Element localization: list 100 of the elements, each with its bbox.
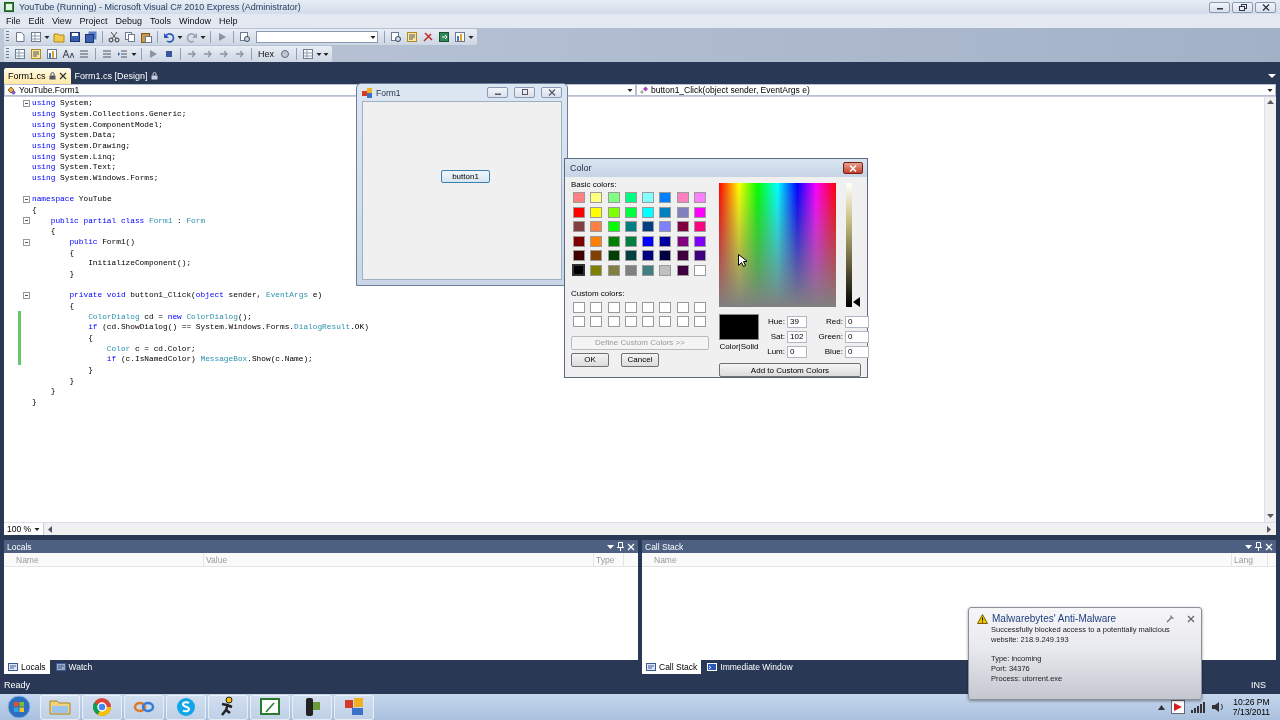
color-swatch[interactable] bbox=[572, 263, 585, 276]
list-icon[interactable] bbox=[101, 47, 113, 60]
document-tab[interactable]: Form1.cs bbox=[4, 68, 71, 84]
number-field[interactable]: 102 bbox=[787, 330, 807, 343]
add-to-custom-colors-button[interactable]: Add to Custom Colors bbox=[719, 363, 861, 377]
custom-color-slot[interactable] bbox=[676, 301, 689, 313]
document-icon[interactable] bbox=[14, 30, 26, 43]
play-icon[interactable] bbox=[147, 47, 159, 60]
color-swatch[interactable] bbox=[607, 221, 620, 233]
color-swatch[interactable] bbox=[659, 221, 672, 233]
scrollbar[interactable] bbox=[1264, 97, 1276, 522]
color-spectrum[interactable] bbox=[719, 183, 836, 307]
color-swatch[interactable] bbox=[659, 250, 672, 262]
custom-color-slot[interactable] bbox=[590, 315, 603, 327]
pin-icon[interactable] bbox=[1255, 542, 1262, 551]
custom-color-slot[interactable] bbox=[573, 301, 585, 313]
collapse-icon[interactable] bbox=[23, 291, 30, 299]
color-swatch[interactable] bbox=[573, 192, 585, 203]
grid-icon[interactable] bbox=[14, 47, 26, 60]
scroll-up-icon[interactable] bbox=[1267, 100, 1274, 105]
start-button[interactable] bbox=[4, 694, 34, 720]
scroll-down-icon[interactable] bbox=[1267, 514, 1274, 519]
grid-icon[interactable] bbox=[30, 30, 42, 43]
color-swatch[interactable] bbox=[642, 235, 655, 247]
color-swatch[interactable] bbox=[624, 250, 637, 262]
custom-color-slot[interactable] bbox=[659, 301, 672, 313]
chart-icon[interactable] bbox=[46, 47, 58, 60]
custom-color-slot[interactable] bbox=[659, 315, 672, 327]
collapse-icon[interactable] bbox=[23, 195, 30, 203]
custom-color-slot[interactable] bbox=[607, 301, 620, 313]
color-swatch[interactable] bbox=[590, 192, 603, 203]
wrench-icon[interactable] bbox=[1166, 614, 1175, 623]
number-field[interactable]: 39 bbox=[787, 315, 807, 328]
close-icon[interactable] bbox=[1187, 614, 1195, 623]
minimize-button[interactable] bbox=[487, 87, 508, 98]
menu-item[interactable]: File bbox=[2, 14, 25, 28]
pane-tab[interactable]: Immediate Window bbox=[703, 660, 797, 674]
collapse-icon[interactable] bbox=[23, 217, 30, 225]
speaker-icon[interactable] bbox=[1210, 701, 1223, 713]
scrollbar[interactable] bbox=[44, 523, 1276, 535]
paste-icon[interactable] bbox=[140, 30, 152, 43]
breakpoint-icon[interactable] bbox=[279, 47, 291, 60]
color-swatch[interactable] bbox=[590, 235, 603, 247]
menu-item[interactable]: View bbox=[48, 14, 76, 28]
color-swatch[interactable] bbox=[642, 221, 655, 233]
color-swatch[interactable] bbox=[590, 250, 603, 262]
color-swatch[interactable] bbox=[642, 264, 655, 276]
form-button[interactable]: button1 bbox=[441, 170, 490, 183]
tab-menu-icon[interactable] bbox=[1268, 73, 1276, 79]
cut-icon[interactable] bbox=[108, 30, 120, 43]
custom-color-slot[interactable] bbox=[624, 301, 637, 313]
menu-item[interactable]: Project bbox=[75, 14, 112, 28]
color-swatch[interactable] bbox=[624, 192, 637, 203]
save-icon[interactable] bbox=[69, 30, 81, 43]
color-swatch[interactable] bbox=[659, 192, 672, 203]
color-swatch[interactable] bbox=[590, 221, 603, 233]
member-dropdown[interactable]: button1_Click(object sender, EventArgs e) bbox=[636, 84, 1276, 96]
custom-color-slot[interactable] bbox=[573, 315, 585, 327]
color-swatch[interactable] bbox=[607, 206, 620, 218]
menu-item[interactable]: Window bbox=[174, 14, 215, 28]
custom-color-slot[interactable] bbox=[694, 315, 707, 327]
pane-tab[interactable]: Call Stack bbox=[642, 660, 702, 674]
copy-icon[interactable] bbox=[124, 30, 136, 43]
color-swatch[interactable] bbox=[573, 206, 585, 218]
color-swatch[interactable] bbox=[694, 235, 707, 247]
maximize-button[interactable] bbox=[514, 87, 535, 98]
color-swatch[interactable] bbox=[694, 264, 707, 276]
properties-icon[interactable] bbox=[30, 47, 42, 60]
custom-color-slot[interactable] bbox=[607, 315, 620, 327]
color-swatch[interactable] bbox=[694, 192, 707, 203]
restore-button[interactable] bbox=[1232, 1, 1253, 13]
hex-button[interactable]: Hex bbox=[255, 48, 277, 59]
slider-thumb[interactable] bbox=[853, 297, 860, 307]
color-swatch[interactable] bbox=[607, 264, 620, 276]
menu-item[interactable]: Help bbox=[214, 14, 242, 28]
show-hidden-icons-icon[interactable] bbox=[1157, 704, 1165, 710]
undo-icon[interactable] bbox=[163, 30, 175, 43]
custom-color-slot[interactable] bbox=[694, 301, 707, 313]
number-field[interactable]: 0 bbox=[845, 330, 869, 343]
scroll-right-icon[interactable] bbox=[1267, 525, 1272, 533]
color-swatch[interactable] bbox=[676, 264, 689, 276]
grid-icon[interactable] bbox=[302, 47, 314, 60]
minimize-button[interactable] bbox=[1209, 1, 1230, 13]
close-button[interactable] bbox=[1255, 1, 1276, 13]
menu-item[interactable]: Tools bbox=[145, 14, 175, 28]
color-swatch[interactable] bbox=[590, 264, 603, 276]
custom-color-slot[interactable] bbox=[676, 315, 689, 327]
color-swatch[interactable] bbox=[607, 250, 620, 262]
window-icon[interactable] bbox=[438, 30, 450, 43]
color-swatch[interactable] bbox=[694, 250, 707, 262]
close-button[interactable] bbox=[843, 162, 863, 174]
custom-color-slot[interactable] bbox=[642, 301, 655, 313]
color-swatch[interactable] bbox=[607, 192, 620, 203]
color-swatch[interactable] bbox=[624, 235, 637, 247]
dropdown-icon[interactable] bbox=[607, 543, 614, 550]
color-swatch[interactable] bbox=[590, 206, 603, 218]
save-all-icon[interactable] bbox=[85, 30, 97, 43]
color-swatch[interactable] bbox=[624, 206, 637, 218]
close-button[interactable] bbox=[541, 87, 562, 98]
chart-icon[interactable] bbox=[454, 30, 466, 43]
